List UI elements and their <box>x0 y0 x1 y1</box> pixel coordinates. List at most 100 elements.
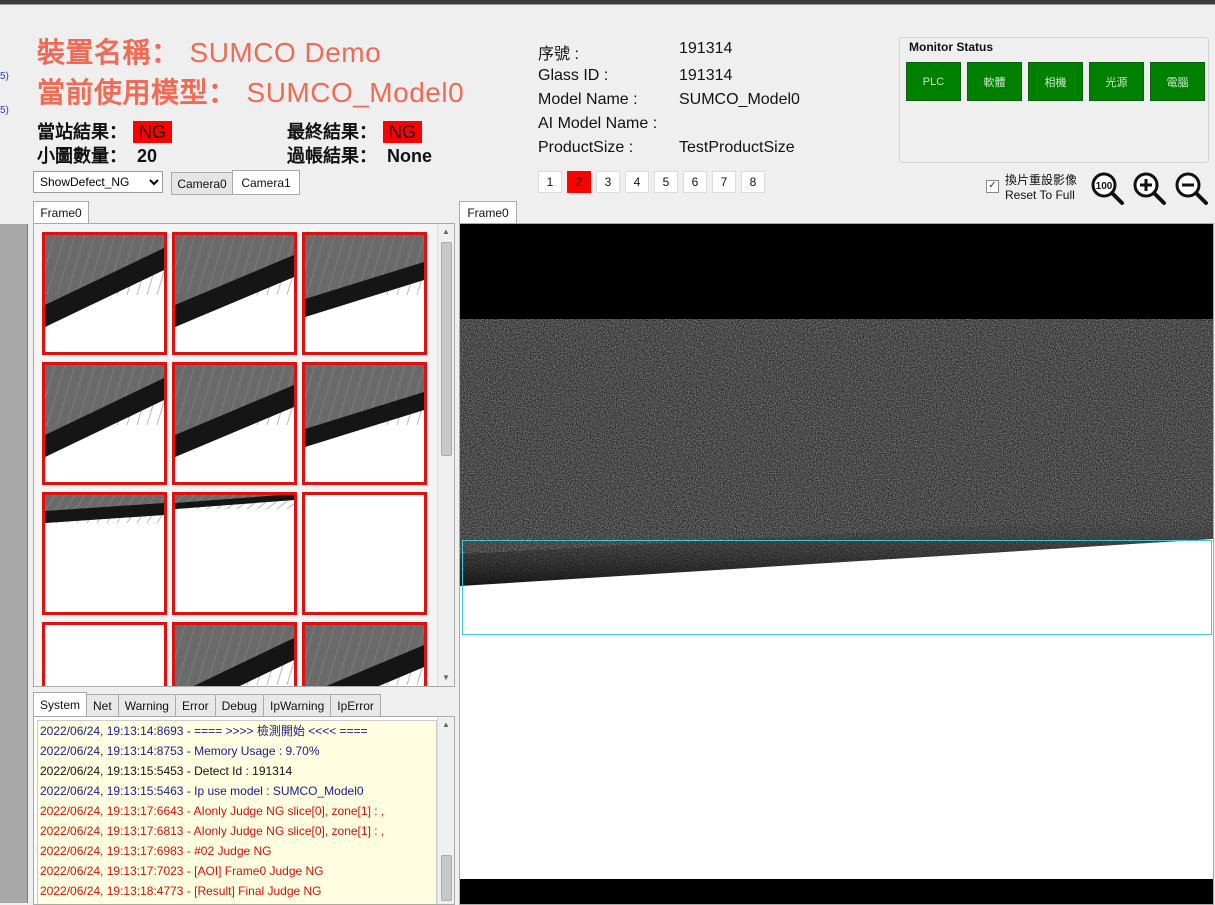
software-status-button[interactable]: 軟體 <box>967 62 1022 101</box>
page-button-5[interactable]: 5 <box>654 171 678 193</box>
tab-camera1[interactable]: Camera1 <box>232 170 300 195</box>
zoom-out-icon[interactable] <box>1173 170 1209 206</box>
serial-value: 191314 <box>679 40 733 57</box>
thumbnail-image <box>305 625 424 686</box>
defect-thumbnail[interactable] <box>42 622 167 686</box>
thumbnail-image <box>45 625 164 686</box>
computer-status-button[interactable]: 電腦 <box>1150 62 1205 101</box>
plc-status-button[interactable]: PLC <box>906 62 961 101</box>
station-result-badge: NG <box>133 121 172 143</box>
ai-model-name-label: AI Model Name : <box>538 115 658 132</box>
tab-log-debug[interactable]: Debug <box>214 694 264 717</box>
defect-filter-select[interactable]: ShowDefect_NG <box>33 171 163 193</box>
thumb-count-value: 20 <box>137 146 158 166</box>
thumbnail-image <box>45 495 164 612</box>
tab-log-ipwarning[interactable]: IpWarning <box>263 694 332 717</box>
log-line: 2022/06/24, 19:13:17:6983 - #02 Judge NG <box>40 844 272 858</box>
log-line: 2022/06/24, 19:13:17:6643 - AIonly Judge… <box>40 804 385 818</box>
product-size-value: TestProductSize <box>679 139 795 156</box>
defect-thumbnail[interactable] <box>172 492 297 615</box>
page-selector: 1 2 3 4 5 6 7 8 <box>538 171 765 193</box>
log-scrollbar[interactable]: ▲ <box>437 717 454 904</box>
scroll-down-icon[interactable]: ▼ <box>438 670 454 686</box>
viewer-frame-tab[interactable]: Frame0 <box>459 201 517 224</box>
defect-thumbnail[interactable] <box>302 622 427 686</box>
thumbnail-panel: ▲ ▼ <box>33 223 455 687</box>
zoom-in-icon[interactable] <box>1131 170 1167 206</box>
thumbnail-image <box>175 495 294 612</box>
thumb-count-label: 小圖數量： <box>37 146 127 166</box>
station-result-label: 當站結果： <box>37 122 127 142</box>
tab-log-warning[interactable]: Warning <box>117 694 176 717</box>
thumbnail-image <box>45 235 164 352</box>
reset-to-full-checkbox[interactable]: ✓ <box>986 180 999 193</box>
light-status-button[interactable]: 光源 <box>1089 62 1144 101</box>
log-line: 2022/06/24, 19:13:17:6813 - AIonly Judge… <box>40 824 385 838</box>
thumbnail-image <box>175 235 294 352</box>
device-name-value: SUMCO Demo <box>189 37 382 68</box>
station-result: 當站結果： NG <box>37 118 172 144</box>
thumbnail-image <box>175 365 294 482</box>
window-top-border <box>0 0 1215 5</box>
reset-label-zh: 換片重設影像 <box>1005 173 1078 187</box>
page-button-4[interactable]: 4 <box>625 171 649 193</box>
current-model-line: 當前使用模型： SUMCO_Model0 <box>37 71 464 111</box>
posting-result: 過帳結果： None <box>287 142 432 168</box>
zoom-100-icon[interactable]: 100 <box>1089 170 1125 206</box>
thumbnail-image <box>305 365 424 482</box>
log-line: 2022/06/24, 19:13:17:7023 - [AOI] Frame0… <box>40 864 324 878</box>
tab-camera0[interactable]: Camera0 <box>171 172 233 195</box>
defect-thumbnail[interactable] <box>172 362 297 485</box>
monitor-buttons: PLC 軟體 相機 光源 電腦 <box>906 62 1205 101</box>
reset-to-full-option[interactable]: ✓ 換片重設影像 Reset To Full <box>986 171 1077 202</box>
defect-thumbnail[interactable] <box>302 232 427 355</box>
scroll-up-icon[interactable]: ▲ <box>438 224 454 240</box>
model-name-value: SUMCO_Model0 <box>679 91 800 108</box>
page-button-6[interactable]: 6 <box>683 171 707 193</box>
log-line: 2022/06/24, 19:13:15:5463 - Ip use model… <box>40 784 364 798</box>
page-button-8[interactable]: 8 <box>741 171 765 193</box>
page-button-2[interactable]: 2 <box>567 171 591 193</box>
tab-log-error[interactable]: Error <box>174 694 216 717</box>
defect-thumbnail[interactable] <box>172 232 297 355</box>
glass-id-value: 191314 <box>679 67 733 84</box>
defect-thumbnail[interactable] <box>302 492 427 615</box>
defect-thumbnail[interactable] <box>42 362 167 485</box>
device-name-label: 裝置名稱： <box>37 37 180 68</box>
zoom-100-label: 100 <box>1096 181 1113 192</box>
scrollbar-thumb[interactable] <box>441 242 452 456</box>
defect-roi-box <box>462 540 1212 635</box>
tab-log-net[interactable]: Net <box>86 694 119 717</box>
defect-thumbnail[interactable] <box>42 492 167 615</box>
final-result-badge: NG <box>383 121 422 143</box>
defect-thumbnail[interactable] <box>172 622 297 686</box>
page-button-3[interactable]: 3 <box>596 171 620 193</box>
left-edge-fragment: 5) 5) <box>0 71 9 116</box>
defect-thumbnail[interactable] <box>42 232 167 355</box>
log-list[interactable]: 2022/06/24, 19:13:14:8693 - ==== >>>> 檢測… <box>37 720 437 904</box>
final-result-label: 最終結果： <box>287 122 377 142</box>
log-scroll-up-icon[interactable]: ▲ <box>438 717 454 733</box>
log-scrollbar-thumb[interactable] <box>441 855 452 901</box>
left-side-strip <box>0 224 28 903</box>
tab-log-system[interactable]: System <box>33 692 88 717</box>
thumbnail-image <box>175 625 294 686</box>
reset-to-full-label: 換片重設影像 Reset To Full <box>1005 171 1077 202</box>
current-model-label: 當前使用模型： <box>37 77 237 108</box>
posting-result-value: None <box>387 146 432 166</box>
current-model-value: SUMCO_Model0 <box>246 77 465 108</box>
monitor-status-title: Monitor Status <box>907 40 995 54</box>
page-button-1[interactable]: 1 <box>538 171 562 193</box>
final-result: 最終結果： NG <box>287 118 422 144</box>
tab-log-iperror[interactable]: IpError <box>330 694 381 717</box>
page-button-7[interactable]: 7 <box>712 171 736 193</box>
frame-image-viewer[interactable] <box>459 223 1214 905</box>
thumbnail-grid <box>34 224 437 686</box>
thumb-frame-tab[interactable]: Frame0 <box>33 201 89 224</box>
log-line: 2022/06/24, 19:13:18:4773 - [Result] Fin… <box>40 884 322 898</box>
thumb-count: 小圖數量： 20 <box>37 142 157 168</box>
camera-status-button[interactable]: 相機 <box>1028 62 1083 101</box>
log-tab-bar: System Net Warning Error Debug IpWarning… <box>33 692 381 717</box>
thumbnail-scrollbar[interactable]: ▲ ▼ <box>437 224 454 686</box>
defect-thumbnail[interactable] <box>302 362 427 485</box>
